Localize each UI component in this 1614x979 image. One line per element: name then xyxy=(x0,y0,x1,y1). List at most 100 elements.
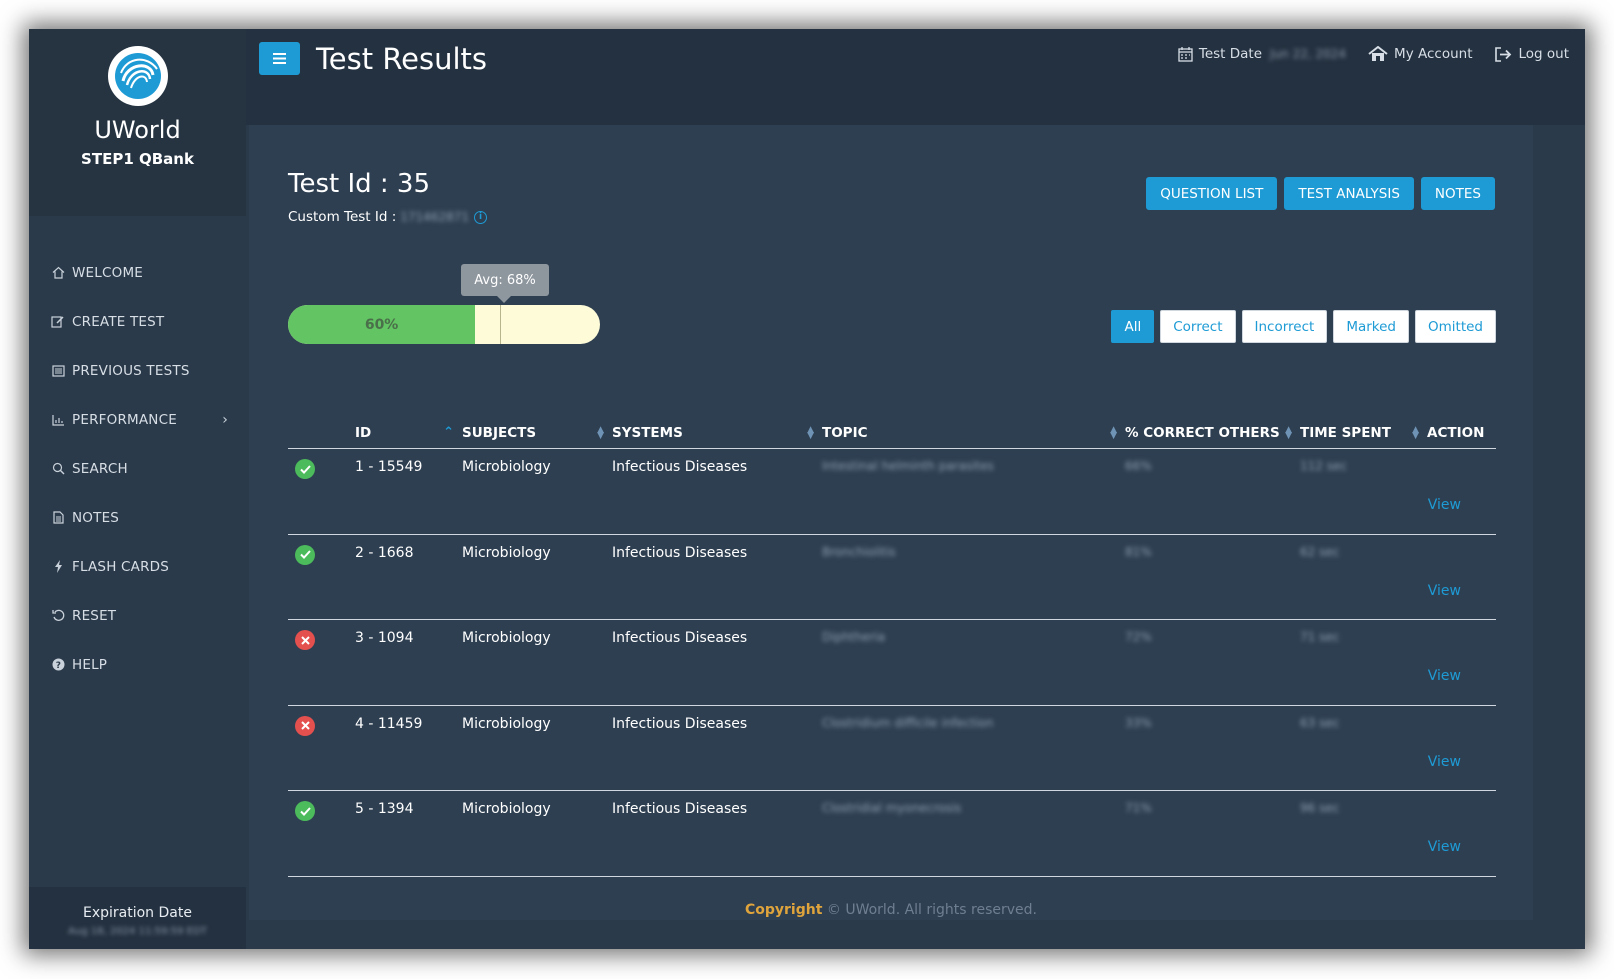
system-cell: Infectious Diseases xyxy=(612,630,748,646)
time-spent-cell: 63 sec xyxy=(1300,715,1340,730)
test-date: Test Date Jun 22, 2024 xyxy=(1178,46,1346,62)
sidebar-item-performance[interactable]: PERFORMANCE › xyxy=(29,395,246,444)
sort-icon[interactable]: ▲ ▼ xyxy=(597,425,604,440)
question-list-button[interactable]: QUESTION LIST xyxy=(1146,177,1278,210)
subject-cell: Microbiology xyxy=(462,459,551,475)
subject-cell: Microbiology xyxy=(462,630,551,646)
custom-test-id: Custom Test Id : 171462871 i xyxy=(288,209,487,225)
view-link[interactable]: View xyxy=(1428,497,1461,513)
topic-cell: Intestinal helminth parasites xyxy=(822,459,994,473)
filter-marked-button[interactable]: Marked xyxy=(1333,310,1409,343)
correct-check-icon xyxy=(295,459,315,479)
view-link[interactable]: View xyxy=(1428,754,1461,770)
view-link[interactable]: View xyxy=(1428,668,1461,684)
filter-omitted-button[interactable]: Omitted xyxy=(1415,310,1496,343)
column-header-id[interactable]: ID ⌃ xyxy=(355,417,462,448)
average-tooltip: Avg: 68% xyxy=(461,264,549,303)
subject-cell: Microbiology xyxy=(462,801,551,817)
sort-ascending-icon[interactable]: ⌃ xyxy=(443,426,454,439)
sidebar-item-search[interactable]: SEARCH xyxy=(29,444,246,493)
time-spent-cell: 112 sec xyxy=(1300,459,1347,473)
filter-correct-button[interactable]: Correct xyxy=(1160,310,1236,343)
my-account-link[interactable]: My Account xyxy=(1368,46,1472,62)
question-id: 2 - 1668 xyxy=(355,544,414,561)
result-filters: All Correct Incorrect Marked Omitted xyxy=(1105,310,1496,343)
table-row: 2 - 1668 Microbiology Infectious Disease… xyxy=(288,535,1496,620)
logout-label: Log out xyxy=(1518,46,1569,62)
sort-icon[interactable]: ▲ ▼ xyxy=(1412,425,1419,440)
sidebar-item-label: CREATE TEST xyxy=(72,313,165,330)
uworld-logo-icon[interactable] xyxy=(107,46,168,106)
view-link[interactable]: View xyxy=(1428,839,1461,855)
menu-toggle-button[interactable] xyxy=(259,42,300,75)
sidebar-item-flash-cards[interactable]: FLASH CARDS xyxy=(29,542,246,591)
info-icon[interactable]: i xyxy=(474,210,487,224)
sidebar-item-create-test[interactable]: CREATE TEST xyxy=(29,297,246,346)
column-header-subjects[interactable]: SUBJECTS ▲ ▼ xyxy=(462,417,612,448)
table-row: 5 - 1394 Microbiology Infectious Disease… xyxy=(288,791,1496,877)
pct-correct-cell: 33% xyxy=(1125,715,1152,730)
home-icon xyxy=(50,266,66,280)
test-id-heading: Test Id : 35 xyxy=(288,169,431,199)
time-spent-cell: 96 sec xyxy=(1300,801,1340,815)
search-icon xyxy=(50,462,66,476)
column-header-pct-correct-others[interactable]: % CORRECT OTHERS ▲ ▼ xyxy=(1125,417,1300,448)
filter-all-button[interactable]: All xyxy=(1111,310,1155,343)
sort-icon[interactable]: ▲ ▼ xyxy=(807,425,814,440)
action-buttons: QUESTION LIST TEST ANALYSIS NOTES xyxy=(1139,177,1495,210)
brand-panel: UWorld STEP1 QBank xyxy=(29,29,246,216)
question-id: 4 - 11459 xyxy=(355,715,423,732)
view-link[interactable]: View xyxy=(1428,583,1461,599)
custom-id-value: 171462871 xyxy=(400,210,469,224)
sidebar-item-notes[interactable]: NOTES xyxy=(29,493,246,542)
edit-icon xyxy=(50,315,66,329)
test-analysis-button[interactable]: TEST ANALYSIS xyxy=(1284,177,1414,210)
column-header-systems[interactable]: SYSTEMS ▲ ▼ xyxy=(612,417,822,448)
sidebar-item-label: PERFORMANCE xyxy=(72,411,177,428)
table-row: 1 - 15549 Microbiology Infectious Diseas… xyxy=(288,449,1496,535)
topic-cell: Clostridial myonecrosis xyxy=(822,801,962,815)
column-header-label: ID xyxy=(355,424,372,441)
sidebar-item-previous-tests[interactable]: PREVIOUS TESTS xyxy=(29,346,246,395)
system-cell: Infectious Diseases xyxy=(612,715,748,732)
hamburger-icon xyxy=(273,53,286,64)
incorrect-x-icon xyxy=(295,715,315,736)
table-row: 3 - 1094 Microbiology Infectious Disease… xyxy=(288,620,1496,706)
column-header-time-spent[interactable]: TIME SPENT ▲ ▼ xyxy=(1300,417,1427,448)
sidebar-item-help[interactable]: ? HELP xyxy=(29,640,246,689)
bar-chart-icon xyxy=(50,413,66,427)
sort-icon[interactable]: ▲ ▼ xyxy=(1285,425,1292,440)
my-account-label: My Account xyxy=(1394,46,1473,62)
notes-button[interactable]: NOTES xyxy=(1420,177,1495,210)
page-title: Test Results xyxy=(316,42,488,76)
topic-cell: Diphtheria xyxy=(822,630,886,644)
test-date-label: Test Date xyxy=(1198,46,1263,62)
subject-cell: Microbiology xyxy=(462,715,551,732)
pct-correct-cell: 66% xyxy=(1125,459,1152,473)
sidebar-item-welcome[interactable]: WELCOME xyxy=(29,248,246,297)
column-header-topic[interactable]: TOPIC ▲ ▼ xyxy=(822,417,1125,448)
time-spent-cell: 71 sec xyxy=(1300,630,1340,644)
sidebar-item-reset[interactable]: RESET xyxy=(29,591,246,640)
table-row: 4 - 11459 Microbiology Infectious Diseas… xyxy=(288,706,1496,791)
pct-correct-cell: 81% xyxy=(1125,544,1152,559)
pct-correct-cell: 72% xyxy=(1125,630,1152,644)
sidebar: UWorld STEP1 QBank WELCOME CREATE TEST P… xyxy=(29,29,246,949)
copyright-label: Copyright xyxy=(744,902,823,918)
subject-cell: Microbiology xyxy=(462,544,551,561)
pct-correct-cell: 71% xyxy=(1125,801,1152,815)
app-window: UWorld STEP1 QBank WELCOME CREATE TEST P… xyxy=(29,29,1585,949)
column-header-label: TOPIC xyxy=(822,424,868,441)
filter-incorrect-button[interactable]: Incorrect xyxy=(1241,310,1328,343)
column-header-label: % CORRECT OTHERS xyxy=(1125,424,1280,441)
reset-icon xyxy=(50,609,66,623)
incorrect-x-icon xyxy=(295,630,315,650)
sort-icon[interactable]: ▲ ▼ xyxy=(1110,425,1117,440)
score-progress-bar: 60% xyxy=(288,305,600,344)
custom-id-label: Custom Test Id : xyxy=(288,209,397,225)
brand-subtitle: STEP1 QBank xyxy=(81,150,194,168)
logout-link[interactable]: Log out xyxy=(1494,46,1569,62)
home-icon xyxy=(1368,46,1388,61)
sidebar-item-label: RESET xyxy=(72,607,117,624)
score-progress-fill: 60% xyxy=(288,305,476,344)
